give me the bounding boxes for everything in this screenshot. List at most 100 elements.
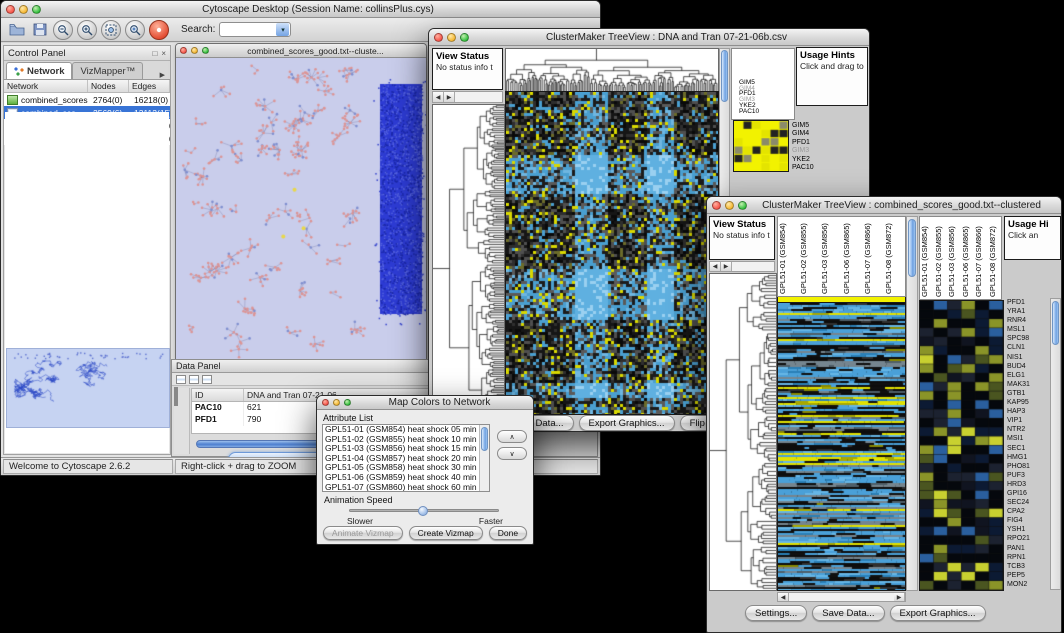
column-label: GPL51-06 (GSM865) (842, 217, 863, 296)
scrollbar-thumb[interactable] (481, 427, 488, 451)
window-controls[interactable] (434, 33, 469, 42)
scroll-left-icon[interactable]: ◀ (433, 92, 444, 102)
button-export-graphics[interactable]: Export Graphics... (579, 415, 675, 431)
heatmap[interactable] (778, 303, 905, 590)
row-dendrogram-hscrollbar[interactable]: ◀ ▶ (432, 91, 503, 103)
row-dendrogram[interactable] (433, 105, 504, 415)
gene-label: GIM4 (792, 130, 814, 138)
window-controls[interactable] (6, 5, 41, 14)
button-save-data[interactable]: Save Data... (812, 605, 884, 621)
attribute-delete-icon[interactable] (202, 375, 212, 384)
close-panel-icon[interactable]: × (161, 49, 166, 58)
scroll-right-icon[interactable]: ▶ (444, 92, 455, 102)
correlation-matrix[interactable] (734, 121, 788, 171)
button-done[interactable]: Done (489, 526, 527, 540)
button-settings[interactable]: Settings... (745, 605, 807, 621)
scroll-right-icon[interactable]: ▶ (894, 593, 905, 601)
move-up-button[interactable]: ∧ (497, 430, 527, 443)
open-file-icon[interactable] (7, 20, 26, 39)
column-dendrogram[interactable] (506, 49, 718, 91)
gene-label: MSL1 (1007, 325, 1049, 334)
gene-label: GIM5 (792, 122, 814, 130)
minimize-button[interactable] (447, 33, 456, 42)
more-tabs-icon[interactable]: ▶ (157, 71, 168, 79)
minimize-button[interactable] (19, 5, 28, 14)
scroll-track[interactable] (789, 593, 894, 601)
treeview1-titlebar[interactable]: ClusterMaker TreeView : DNA and Tran 07-… (429, 29, 869, 46)
close-button[interactable] (712, 201, 721, 210)
save-icon[interactable] (30, 20, 49, 39)
minimize-button[interactable] (191, 47, 198, 54)
window-controls[interactable] (712, 201, 747, 210)
animation-speed-slider[interactable] (349, 509, 499, 512)
attribute-create-icon[interactable] (189, 375, 199, 384)
birdseye-view[interactable] (6, 348, 170, 428)
close-button[interactable] (322, 399, 329, 406)
zoom-button[interactable] (738, 201, 747, 210)
float-panel-icon[interactable]: □ (152, 49, 157, 58)
scroll-right-icon[interactable]: ▶ (721, 262, 732, 271)
close-button[interactable] (434, 33, 443, 42)
gene-list-scrollbar[interactable] (1050, 298, 1061, 590)
scrollbar-thumb[interactable] (908, 219, 916, 277)
zoom-in-icon[interactable] (77, 20, 97, 40)
button-export-graphics[interactable]: Export Graphics... (890, 605, 986, 621)
network-view-titlebar[interactable]: combined_scores_good.txt--cluste... (176, 44, 426, 58)
minimize-button[interactable] (333, 399, 340, 406)
attribute-list-scrollbar[interactable] (479, 425, 489, 491)
heatmap-hscrollbar[interactable]: ◀ ▶ (777, 592, 906, 602)
gene-label: FIG4 (1007, 516, 1049, 525)
gene-label: ELG1 (1007, 371, 1049, 380)
zoom-button[interactable] (202, 47, 209, 54)
close-button[interactable] (6, 5, 15, 14)
main-window-titlebar[interactable]: Cytoscape Desktop (Session Name: collins… (1, 1, 600, 18)
tab-vizmapper[interactable]: VizMapper™ (72, 62, 143, 79)
scroll-left-icon[interactable]: ◀ (710, 262, 721, 271)
window-controls[interactable] (322, 399, 351, 406)
network-graph-canvas[interactable] (176, 58, 426, 360)
zoom-selected-icon[interactable] (125, 20, 145, 40)
button-create-vizmap[interactable]: Create Vizmap (409, 526, 483, 540)
scroll-left-icon[interactable]: ◀ (778, 593, 789, 601)
tab-network[interactable]: Network (6, 62, 72, 79)
attribute-select-icon[interactable] (176, 375, 186, 384)
treeview1-title: ClusterMaker TreeView : DNA and Tran 07-… (469, 32, 864, 43)
attribute-list-item[interactable]: GPL51-07 (GSM860) heat shock 60 min (323, 483, 489, 492)
search-input[interactable]: ▾ (219, 22, 291, 37)
view-status-box: View Status No status info t (432, 48, 503, 90)
slider-thumb[interactable] (418, 506, 428, 516)
treeview2-titlebar[interactable]: ClusterMaker TreeView : combined_scores_… (707, 197, 1061, 214)
annotation-icon[interactable] (149, 20, 169, 40)
move-down-button[interactable]: ∨ (497, 447, 527, 460)
zoom-button[interactable] (460, 33, 469, 42)
row-dendrogram[interactable] (710, 274, 776, 590)
attribute-list[interactable]: GPL51-01 (GSM854) heat shock 05 minGPL51… (322, 424, 490, 492)
chart-view-icon[interactable] (176, 387, 178, 406)
network-view-title: combined_scores_good.txt--cluste... (209, 46, 422, 56)
network-tab-icon (14, 67, 24, 76)
heatmap-vscrollbar[interactable] (906, 216, 918, 591)
heatmap[interactable] (506, 92, 718, 414)
scroll-track[interactable] (732, 262, 774, 271)
row-dendrogram-hscrollbar[interactable]: ◀ ▶ (709, 261, 775, 272)
faster-label: Faster (479, 516, 503, 526)
zoom-out-icon[interactable] (53, 20, 73, 40)
close-button[interactable] (180, 47, 187, 54)
search-dropdown-icon[interactable]: ▾ (276, 23, 289, 36)
network-view-window-controls[interactable] (180, 47, 209, 54)
map-dialog-titlebar[interactable]: Map Colors to Network (317, 396, 533, 410)
scrollbar-thumb[interactable] (1052, 301, 1059, 345)
scroll-track[interactable] (455, 92, 502, 102)
zoom-button[interactable] (32, 5, 41, 14)
button-animate-vizmap[interactable]: Animate Vizmap (323, 526, 403, 540)
network-list-row[interactable]: combined_scores2764(0)16218(0) (4, 93, 170, 106)
zoom-heatmap[interactable] (920, 301, 1003, 590)
column-label: GPL51-02 (GSM855) (934, 217, 948, 299)
network-table-header: Network Nodes Edges (4, 80, 170, 93)
zoom-button[interactable] (344, 399, 351, 406)
minimize-button[interactable] (725, 201, 734, 210)
scrollbar-thumb[interactable] (721, 50, 728, 102)
control-panel: Control Panel □ × Network VizMapper™ ▶ N… (3, 45, 171, 455)
zoom-fit-icon[interactable] (101, 20, 121, 40)
gene-label: RPN1 (1007, 553, 1049, 562)
